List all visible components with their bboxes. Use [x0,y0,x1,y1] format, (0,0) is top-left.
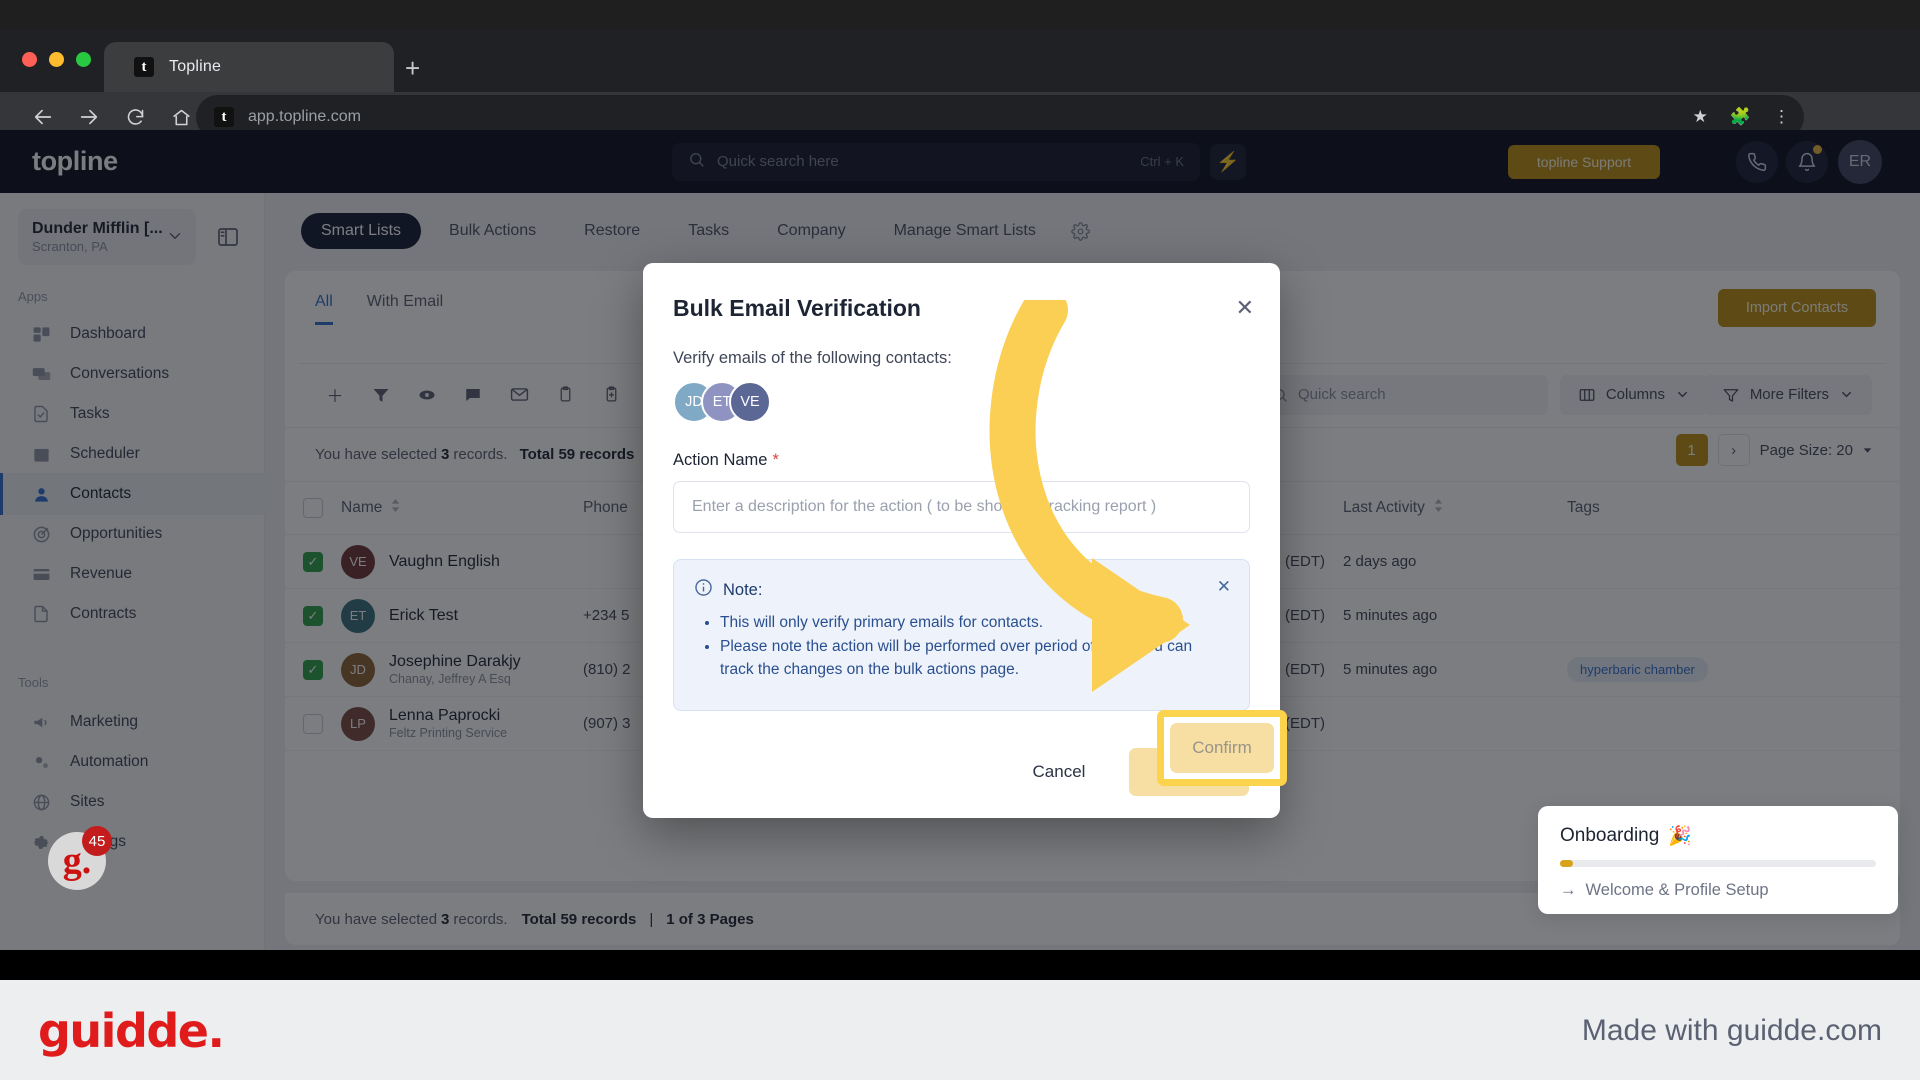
party-popper-icon: 🎉 [1668,826,1692,847]
action-name-placeholder: Enter a description for the action ( to … [692,498,1157,515]
info-icon [694,578,713,602]
url-text: app.topline.com [248,108,361,125]
close-window-button[interactable] [22,52,37,67]
note-item: Please note the action will be performed… [720,636,1229,681]
onboarding-progress-bar [1560,860,1876,867]
close-icon[interactable]: ✕ [1236,295,1254,321]
contact-avatar-group: JD ET VE [673,381,771,423]
minimize-window-button[interactable] [49,52,64,67]
tab-title: Topline [169,58,222,75]
new-tab-button[interactable]: + [405,55,420,81]
guidde-floating-badge[interactable]: g. 45 [48,826,112,890]
browser-chrome: t Topline + t app.topline.com ★ 🧩 ⋮ [0,0,1920,150]
action-name-label: Action Name * [673,451,779,470]
onboarding-title-row: Onboarding 🎉 [1560,824,1876,848]
note-callout: Note: ✕ This will only verify primary em… [673,559,1250,711]
note-header: Note: [694,578,1229,602]
browser-menu-icon[interactable]: ⋮ [1773,107,1790,127]
action-name-input[interactable]: Enter a description for the action ( to … [673,481,1250,533]
cancel-button[interactable]: Cancel [1015,750,1103,794]
maximize-window-button[interactable] [76,52,91,67]
made-with-guidde-text: Made with guidde.com [1581,1014,1882,1047]
modal-subtitle: Verify emails of the following contacts: [673,349,952,367]
note-close-icon[interactable]: ✕ [1217,577,1231,597]
required-marker: * [772,451,779,469]
onboarding-progress-fill [1560,860,1573,867]
guidde-logo: guidde. [38,1004,225,1058]
confirm-button-highlighted[interactable]: Confirm [1170,723,1274,773]
browser-tab[interactable]: t Topline [104,42,394,92]
onboarding-step-label: Welcome & Profile Setup [1585,881,1769,899]
bookmark-star-icon[interactable]: ★ [1693,107,1708,127]
note-list: This will only verify primary emails for… [720,612,1229,681]
topline-favicon-icon: t [134,57,154,77]
site-favicon-icon: t [214,107,234,127]
onboarding-title: Onboarding [1560,825,1660,846]
modal-title: Bulk Email Verification [673,295,921,321]
onboarding-step-link[interactable]: → Welcome & Profile Setup [1560,881,1876,900]
window-controls[interactable] [22,52,91,67]
extensions-icon[interactable]: 🧩 [1730,107,1751,127]
guidde-badge-count: 45 [82,826,112,856]
arrow-right-icon: → [1560,881,1577,899]
note-title: Note: [723,580,763,599]
avatar: VE [729,381,771,423]
onboarding-widget[interactable]: Onboarding 🎉 → Welcome & Profile Setup [1538,806,1898,914]
action-name-label-text: Action Name [673,451,768,469]
note-item: This will only verify primary emails for… [720,612,1229,634]
